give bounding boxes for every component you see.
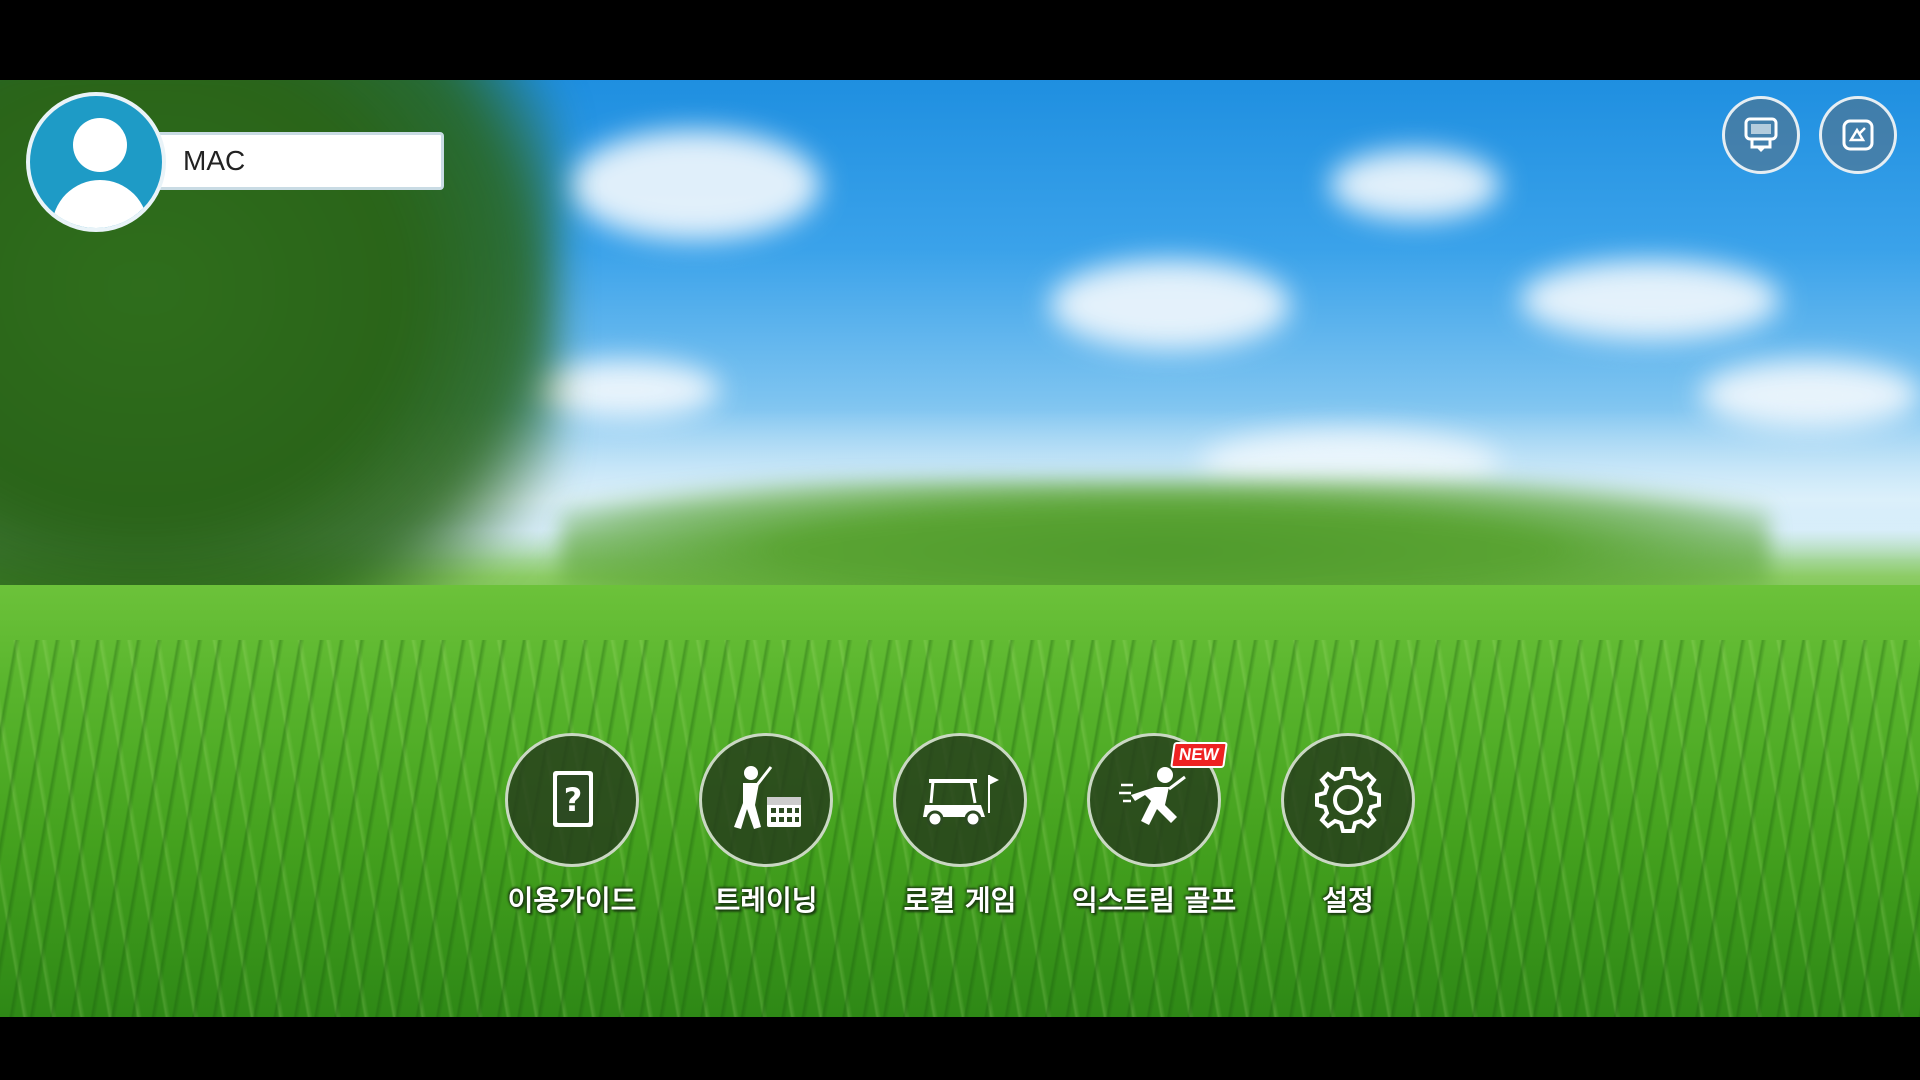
kiosk-icon	[1744, 117, 1778, 152]
screen-mode-icon	[1842, 119, 1874, 151]
golf-cart-icon	[923, 775, 999, 828]
training-icon	[734, 766, 801, 829]
menu-circle-local-game[interactable]	[893, 733, 1027, 867]
menu-label-training: 트레이닝	[714, 884, 818, 917]
menu-circle-settings[interactable]	[1281, 733, 1415, 867]
gear-icon	[1315, 767, 1381, 833]
guide-book-icon: ?	[553, 771, 593, 827]
menu-item-training[interactable]: 트레이닝	[676, 733, 856, 919]
menu-item-guide[interactable]: ? 이용가이드	[482, 733, 662, 919]
menu-item-extreme-golf[interactable]: NEW 익스트림 골프	[1064, 733, 1244, 919]
svg-text:?: ?	[564, 781, 583, 819]
extreme-golfer-icon	[1119, 767, 1186, 825]
new-badge: NEW	[1170, 742, 1228, 768]
menu-label-settings: 설정	[1322, 884, 1374, 917]
username-label[interactable]: MAC	[150, 132, 444, 190]
menu-circle-training[interactable]	[699, 733, 833, 867]
menu-circle-guide[interactable]: ?	[505, 733, 639, 867]
letterbox-top	[0, 0, 1920, 80]
menu-item-local-game[interactable]: 로컬 게임	[870, 733, 1050, 919]
user-avatar[interactable]	[26, 92, 166, 232]
avatar-head-shape	[73, 118, 127, 172]
avatar-body-shape	[52, 180, 148, 228]
screen-mode-button[interactable]	[1819, 96, 1897, 174]
kiosk-button[interactable]	[1722, 96, 1800, 174]
main-menu: ? 이용가이드 트레이닝 로컬 게임 NEW 익스트림 골프 설정	[0, 733, 1920, 933]
letterbox-bottom	[0, 1017, 1920, 1080]
menu-item-settings[interactable]: 설정	[1258, 733, 1438, 919]
menu-label-extreme-golf: 익스트림 골프	[1071, 884, 1237, 917]
menu-circle-extreme-golf[interactable]: NEW	[1087, 733, 1228, 867]
menu-label-guide: 이용가이드	[507, 884, 637, 917]
menu-label-local-game: 로컬 게임	[903, 884, 1017, 917]
